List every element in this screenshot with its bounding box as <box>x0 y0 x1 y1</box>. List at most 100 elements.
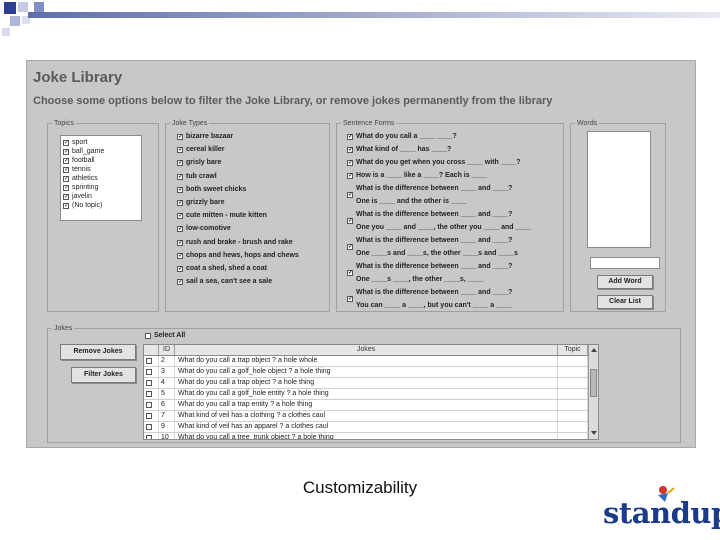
checkbox[interactable]: ✓ <box>177 173 183 180</box>
topic-item[interactable]: ✓ (No topic) <box>61 201 141 210</box>
sentence-form-option[interactable]: ✓ What do you call a ____ ____? <box>345 132 457 142</box>
words-list[interactable] <box>587 131 651 248</box>
row-select-cell[interactable] <box>144 389 159 399</box>
sentence-form-option[interactable]: ✓ What is the difference between ____ and… <box>345 236 518 259</box>
sentence-form-option[interactable]: ✓ What kind of ____ has ____? <box>345 145 451 155</box>
checkbox[interactable]: ✓ <box>177 213 183 220</box>
checkbox[interactable]: ✓ <box>63 166 69 173</box>
topic-label: javelin <box>72 193 92 200</box>
joke-type-option[interactable]: ✓ cute mitten - mute kitten <box>175 211 267 221</box>
sentence-form-option[interactable]: ✓ What do you get when you cross ____ wit… <box>345 158 521 168</box>
select-all-checkbox[interactable]: Select All <box>143 331 185 341</box>
table-row[interactable]: 7 What kind of veil has a clothing ? a cl… <box>144 411 598 422</box>
sentence-form-line: What do you get when you cross ____ with… <box>356 159 521 166</box>
joke-type-option[interactable]: ✓ bizarre bazaar <box>175 132 233 142</box>
checkbox[interactable] <box>146 435 152 439</box>
table-row[interactable]: 9 What kind of veil has an apparel ? a cl… <box>144 422 598 433</box>
row-joke: What do you call a trap object ? a hole … <box>175 356 558 366</box>
sentence-form-option[interactable]: ✓ What is the difference between ____ and… <box>345 184 512 207</box>
checkbox[interactable] <box>146 391 152 397</box>
scroll-down-icon[interactable] <box>591 431 597 435</box>
clear-list-button[interactable]: Clear List <box>597 295 653 309</box>
checkbox[interactable]: ✓ <box>63 184 69 191</box>
checkbox[interactable]: ✓ <box>63 157 69 164</box>
column-header-jokes[interactable]: Jokes <box>175 345 558 355</box>
table-row[interactable]: 5 What do you call a golf_hole entity ? a… <box>144 389 598 400</box>
checkbox[interactable]: ✓ <box>177 147 183 154</box>
checkbox[interactable]: ✓ <box>347 147 353 153</box>
checkbox[interactable] <box>145 333 151 339</box>
scroll-up-icon[interactable] <box>591 348 597 352</box>
checkbox[interactable]: ✓ <box>177 134 183 140</box>
row-select-cell[interactable] <box>144 378 159 388</box>
checkbox[interactable]: ✓ <box>347 173 353 179</box>
table-scrollbar[interactable] <box>588 345 598 439</box>
topic-item[interactable]: ✓ javelin <box>61 192 141 201</box>
checkbox[interactable]: ✓ <box>63 139 69 146</box>
joke-type-option[interactable]: ✓ tub crawl <box>175 172 217 182</box>
joke-type-option[interactable]: ✓ both sweet chicks <box>175 185 246 195</box>
checkbox[interactable]: ✓ <box>177 266 183 272</box>
sentence-form-option[interactable]: ✓ What is the difference between ____ and… <box>345 262 512 285</box>
topic-item[interactable]: ✓ sport <box>61 138 141 147</box>
row-select-cell[interactable] <box>144 356 159 366</box>
checkbox[interactable]: ✓ <box>177 160 183 167</box>
checkbox[interactable]: ✓ <box>347 192 353 198</box>
joke-type-option[interactable]: ✓ grizzly bare <box>175 198 225 208</box>
checkbox[interactable]: ✓ <box>347 134 353 140</box>
checkbox[interactable] <box>146 424 152 430</box>
row-select-cell[interactable] <box>144 367 159 377</box>
topic-item[interactable]: ✓ athletics <box>61 174 141 183</box>
joke-type-option[interactable]: ✓ grisly bare <box>175 158 221 168</box>
checkbox[interactable]: ✓ <box>347 160 353 166</box>
checkbox[interactable] <box>146 358 152 364</box>
table-row[interactable]: 4 What do you call a trap object ? a hole… <box>144 378 598 389</box>
word-input[interactable] <box>590 257 660 269</box>
checkbox[interactable]: ✓ <box>347 270 353 276</box>
checkbox[interactable]: ✓ <box>177 239 183 246</box>
checkbox[interactable] <box>146 413 152 419</box>
topic-item[interactable]: ✓ sprinting <box>61 183 141 192</box>
table-row[interactable]: 2 What do you call a trap object ? a hole… <box>144 356 598 367</box>
sentence-form-option[interactable]: ✓ What is the difference between ____ and… <box>345 210 531 233</box>
topic-item[interactable]: ✓ football <box>61 156 141 165</box>
joke-type-option[interactable]: ✓ sail a sea, can't see a sale <box>175 277 272 287</box>
filter-jokes-button[interactable]: Filter Jokes <box>71 367 136 383</box>
checkbox[interactable]: ✓ <box>347 244 353 250</box>
scroll-thumb[interactable] <box>590 369 597 397</box>
row-select-cell[interactable] <box>144 433 159 439</box>
topic-item[interactable]: ✓ tennis <box>61 165 141 174</box>
column-header-id[interactable]: ID <box>159 345 175 355</box>
topic-item[interactable]: ✓ ball_game <box>61 147 141 156</box>
joke-type-option[interactable]: ✓ rush and brake - brush and rake <box>175 238 293 248</box>
checkbox[interactable]: ✓ <box>177 200 183 206</box>
checkbox[interactable]: ✓ <box>177 186 183 193</box>
checkbox[interactable] <box>146 380 152 386</box>
checkbox[interactable]: ✓ <box>63 148 69 155</box>
sentence-form-option[interactable]: ✓ What is the difference between ____ and… <box>345 288 512 311</box>
joke-type-option[interactable]: ✓ low-comotive <box>175 224 231 234</box>
checkbox[interactable]: ✓ <box>177 226 183 233</box>
remove-jokes-button[interactable]: Remove Jokes <box>60 344 136 360</box>
checkbox[interactable]: ✓ <box>177 252 183 259</box>
row-select-cell[interactable] <box>144 400 159 410</box>
row-select-cell[interactable] <box>144 422 159 432</box>
checkbox[interactable]: ✓ <box>347 296 353 302</box>
table-row[interactable]: 10 What do you call a tree_trunk object ?… <box>144 433 598 439</box>
checkbox[interactable] <box>146 402 152 408</box>
row-select-cell[interactable] <box>144 411 159 421</box>
table-row[interactable]: 3 What do you call a golf_hole object ? a… <box>144 367 598 378</box>
joke-type-option[interactable]: ✓ cereal killer <box>175 145 225 155</box>
joke-type-option[interactable]: ✓ coat a shed, shed a coat <box>175 264 267 274</box>
sentence-form-option[interactable]: ✓ How is a ____ like a ____? Each is ____ <box>345 171 487 181</box>
checkbox[interactable]: ✓ <box>347 218 353 224</box>
checkbox[interactable]: ✓ <box>63 202 69 209</box>
checkbox[interactable]: ✓ <box>177 279 183 286</box>
add-word-button[interactable]: Add Word <box>597 275 653 289</box>
checkbox[interactable] <box>146 369 152 375</box>
column-header-topic[interactable]: Topic <box>558 345 588 355</box>
checkbox[interactable]: ✓ <box>63 193 69 200</box>
table-row[interactable]: 6 What do you call a trap entity ? a hole… <box>144 400 598 411</box>
checkbox[interactable]: ✓ <box>63 175 69 182</box>
joke-type-option[interactable]: ✓ chops and hews, hops and chews <box>175 251 299 261</box>
